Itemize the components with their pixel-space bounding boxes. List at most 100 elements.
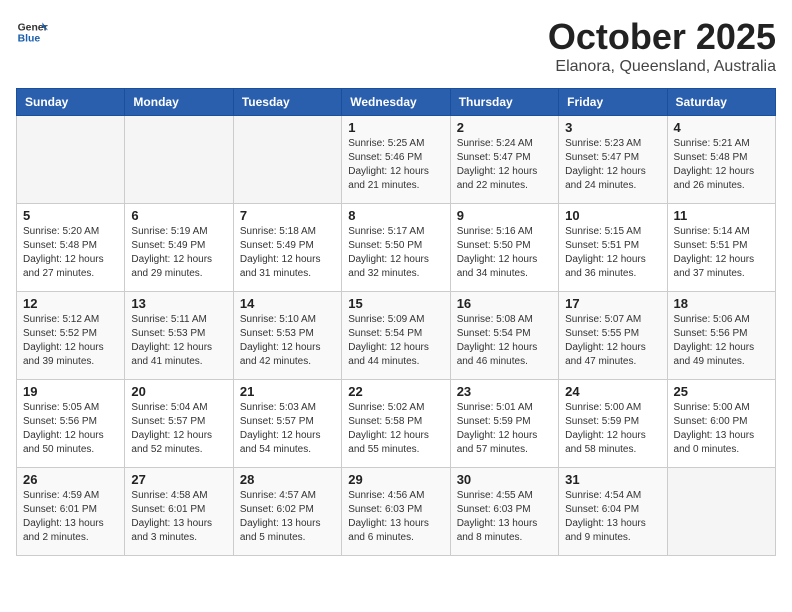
day-info: Sunrise: 5:07 AM Sunset: 5:55 PM Dayligh… [565,313,660,369]
weekday-header-tuesday: Tuesday [233,89,341,116]
day-number: 27 [131,472,226,487]
calendar-cell: 15 Sunrise: 5:09 AM Sunset: 5:54 PM Dayli… [342,292,450,380]
day-number: 29 [348,472,443,487]
calendar-cell: 21 Sunrise: 5:03 AM Sunset: 5:57 PM Dayli… [233,380,341,468]
day-number: 15 [348,296,443,311]
day-info: Sunrise: 5:04 AM Sunset: 5:57 PM Dayligh… [131,401,226,457]
calendar-cell [17,116,125,204]
weekday-header-thursday: Thursday [450,89,558,116]
location: Elanora, Queensland, Australia [548,58,776,76]
day-number: 2 [457,120,552,135]
day-number: 19 [23,384,118,399]
day-info: Sunrise: 5:01 AM Sunset: 5:59 PM Dayligh… [457,401,552,457]
weekday-header-saturday: Saturday [667,89,775,116]
week-row-2: 5Sunrise: 5:20 AM Sunset: 5:48 PM Daylig… [17,204,776,292]
calendar-cell: 30 Sunrise: 4:55 AM Sunset: 6:03 PM Dayli… [450,468,558,556]
week-row-5: 26 Sunrise: 4:59 AM Sunset: 6:01 PM Dayli… [17,468,776,556]
calendar-cell [125,116,233,204]
title-block: October 2025 Elanora, Queensland, Austra… [548,16,776,76]
weekday-header-row: SundayMondayTuesdayWednesdayThursdayFrid… [17,89,776,116]
calendar-cell: 2Sunrise: 5:24 AM Sunset: 5:47 PM Daylig… [450,116,558,204]
day-info: Sunrise: 4:56 AM Sunset: 6:03 PM Dayligh… [348,489,443,545]
day-number: 25 [674,384,769,399]
day-info: Sunrise: 5:05 AM Sunset: 5:56 PM Dayligh… [23,401,118,457]
day-number: 10 [565,208,660,223]
weekday-header-sunday: Sunday [17,89,125,116]
day-info: Sunrise: 4:57 AM Sunset: 6:02 PM Dayligh… [240,489,335,545]
page-header: General Blue October 2025 Elanora, Queen… [16,16,776,76]
calendar-cell: 27 Sunrise: 4:58 AM Sunset: 6:01 PM Dayli… [125,468,233,556]
day-info: Sunrise: 5:19 AM Sunset: 5:49 PM Dayligh… [131,225,226,281]
calendar-cell [667,468,775,556]
day-info: Sunrise: 5:20 AM Sunset: 5:48 PM Dayligh… [23,225,118,281]
day-info: Sunrise: 5:14 AM Sunset: 5:51 PM Dayligh… [674,225,769,281]
day-number: 4 [674,120,769,135]
day-number: 17 [565,296,660,311]
calendar-cell: 16 Sunrise: 5:08 AM Sunset: 5:54 PM Dayli… [450,292,558,380]
calendar-cell: 19 Sunrise: 5:05 AM Sunset: 5:56 PM Dayli… [17,380,125,468]
calendar-cell: 22Sunrise: 5:02 AM Sunset: 5:58 PM Dayli… [342,380,450,468]
calendar-cell [233,116,341,204]
calendar-cell: 20 Sunrise: 5:04 AM Sunset: 5:57 PM Dayli… [125,380,233,468]
day-number: 8 [348,208,443,223]
day-number: 26 [23,472,118,487]
week-row-1: 1 Sunrise: 5:25 AM Sunset: 5:46 PM Daylig… [17,116,776,204]
day-info: Sunrise: 4:54 AM Sunset: 6:04 PM Dayligh… [565,489,660,545]
calendar-cell: 1 Sunrise: 5:25 AM Sunset: 5:46 PM Daylig… [342,116,450,204]
day-number: 11 [674,208,769,223]
day-number: 28 [240,472,335,487]
day-number: 12 [23,296,118,311]
calendar-cell: 13 Sunrise: 5:11 AM Sunset: 5:53 PM Dayli… [125,292,233,380]
day-number: 16 [457,296,552,311]
day-number: 7 [240,208,335,223]
day-number: 22 [348,384,443,399]
calendar-cell: 11 Sunrise: 5:14 AM Sunset: 5:51 PM Dayli… [667,204,775,292]
day-number: 18 [674,296,769,311]
day-number: 9 [457,208,552,223]
day-number: 21 [240,384,335,399]
calendar-cell: 18 Sunrise: 5:06 AM Sunset: 5:56 PM Dayli… [667,292,775,380]
calendar-cell: 9 Sunrise: 5:16 AM Sunset: 5:50 PM Daylig… [450,204,558,292]
day-info: Sunrise: 5:03 AM Sunset: 5:57 PM Dayligh… [240,401,335,457]
calendar-cell: 31Sunrise: 4:54 AM Sunset: 6:04 PM Dayli… [559,468,667,556]
weekday-header-wednesday: Wednesday [342,89,450,116]
day-number: 6 [131,208,226,223]
day-number: 24 [565,384,660,399]
weekday-header-monday: Monday [125,89,233,116]
day-number: 30 [457,472,552,487]
day-number: 1 [348,120,443,135]
day-info: Sunrise: 5:00 AM Sunset: 5:59 PM Dayligh… [565,401,660,457]
calendar-cell: 28 Sunrise: 4:57 AM Sunset: 6:02 PM Dayli… [233,468,341,556]
day-number: 13 [131,296,226,311]
day-info: Sunrise: 5:25 AM Sunset: 5:46 PM Dayligh… [348,137,443,193]
day-info: Sunrise: 5:15 AM Sunset: 5:51 PM Dayligh… [565,225,660,281]
day-info: Sunrise: 5:11 AM Sunset: 5:53 PM Dayligh… [131,313,226,369]
month-title: October 2025 [548,16,776,58]
day-info: Sunrise: 5:16 AM Sunset: 5:50 PM Dayligh… [457,225,552,281]
day-info: Sunrise: 5:00 AM Sunset: 6:00 PM Dayligh… [674,401,769,457]
day-number: 3 [565,120,660,135]
logo-icon: General Blue [16,16,48,48]
day-info: Sunrise: 5:21 AM Sunset: 5:48 PM Dayligh… [674,137,769,193]
day-info: Sunrise: 4:59 AM Sunset: 6:01 PM Dayligh… [23,489,118,545]
day-info: Sunrise: 4:58 AM Sunset: 6:01 PM Dayligh… [131,489,226,545]
calendar-table: SundayMondayTuesdayWednesdayThursdayFrid… [16,88,776,556]
calendar-cell: 25 Sunrise: 5:00 AM Sunset: 6:00 PM Dayli… [667,380,775,468]
calendar-cell: 10 Sunrise: 5:15 AM Sunset: 5:51 PM Dayli… [559,204,667,292]
weekday-header-friday: Friday [559,89,667,116]
calendar-cell: 5Sunrise: 5:20 AM Sunset: 5:48 PM Daylig… [17,204,125,292]
calendar-cell: 29 Sunrise: 4:56 AM Sunset: 6:03 PM Dayli… [342,468,450,556]
week-row-4: 19 Sunrise: 5:05 AM Sunset: 5:56 PM Dayli… [17,380,776,468]
day-number: 20 [131,384,226,399]
calendar-cell: 26 Sunrise: 4:59 AM Sunset: 6:01 PM Dayli… [17,468,125,556]
day-info: Sunrise: 5:12 AM Sunset: 5:52 PM Dayligh… [23,313,118,369]
day-info: Sunrise: 5:06 AM Sunset: 5:56 PM Dayligh… [674,313,769,369]
calendar-cell: 24 Sunrise: 5:00 AM Sunset: 5:59 PM Dayli… [559,380,667,468]
day-info: Sunrise: 4:55 AM Sunset: 6:03 PM Dayligh… [457,489,552,545]
svg-text:Blue: Blue [18,34,41,45]
day-info: Sunrise: 5:08 AM Sunset: 5:54 PM Dayligh… [457,313,552,369]
calendar-cell: 12 Sunrise: 5:12 AM Sunset: 5:52 PM Dayli… [17,292,125,380]
calendar-cell: 23Sunrise: 5:01 AM Sunset: 5:59 PM Dayli… [450,380,558,468]
day-info: Sunrise: 5:18 AM Sunset: 5:49 PM Dayligh… [240,225,335,281]
day-info: Sunrise: 5:09 AM Sunset: 5:54 PM Dayligh… [348,313,443,369]
